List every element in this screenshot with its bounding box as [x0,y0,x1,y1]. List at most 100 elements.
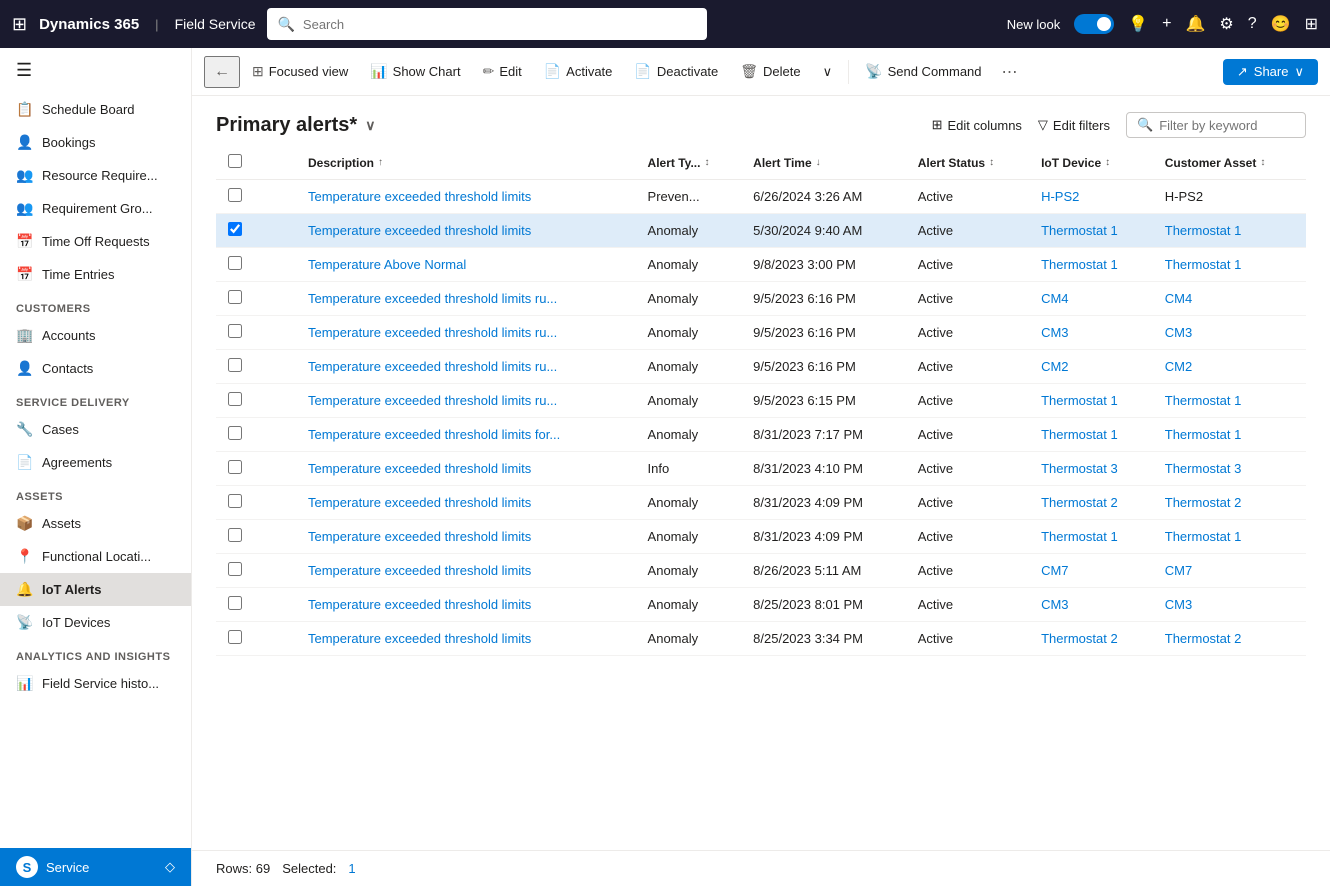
row-checkbox-cell[interactable] [216,622,256,656]
hamburger-menu[interactable]: ☰ [0,48,191,93]
row-checkbox[interactable] [228,256,242,270]
row-checkbox[interactable] [228,494,242,508]
row-checkbox-cell[interactable] [216,282,256,316]
row-checkbox-cell[interactable] [216,316,256,350]
sidebar-item-resource-require[interactable]: 👥 Resource Require... [0,159,191,192]
alert-time-header[interactable]: Alert Time ↓ [741,146,906,180]
row-checkbox[interactable] [228,630,242,644]
notification-icon[interactable]: 🔔 [1186,14,1206,34]
help-icon[interactable]: ? [1248,15,1257,33]
sidebar-item-assets[interactable]: 📦 Assets [0,507,191,540]
row-checkbox-cell[interactable] [216,452,256,486]
row-customer-asset[interactable]: Thermostat 1 [1153,418,1306,452]
send-command-button[interactable]: 📡 Send Command [855,58,991,85]
row-customer-asset[interactable]: CM4 [1153,282,1306,316]
row-customer-asset[interactable]: Thermostat 2 [1153,486,1306,520]
sidebar-item-functional-locati[interactable]: 📍 Functional Locati... [0,540,191,573]
edit-filters-button[interactable]: ▽ Edit filters [1038,117,1110,133]
back-button[interactable]: ← [204,56,240,88]
sidebar-item-field-service-histo[interactable]: 📊 Field Service histo... [0,667,191,700]
row-description[interactable]: Temperature exceeded threshold limits ru… [296,316,636,350]
sidebar-item-time-off[interactable]: 📅 Time Off Requests [0,225,191,258]
row-checkbox-cell[interactable] [216,486,256,520]
row-checkbox[interactable] [228,426,242,440]
row-description[interactable]: Temperature exceeded threshold limits [296,180,636,214]
row-iot-device[interactable]: CM2 [1029,350,1153,384]
add-icon[interactable]: + [1162,15,1171,33]
more-dropdown-button[interactable]: ∨ [813,59,843,85]
focused-view-button[interactable]: ⊞ Focused view [242,58,358,85]
sidebar-item-iot-devices[interactable]: 📡 IoT Devices [0,606,191,639]
show-chart-button[interactable]: 📊 Show Chart [360,58,470,85]
row-iot-device[interactable]: Thermostat 1 [1029,384,1153,418]
sidebar-item-bookings[interactable]: 👤 Bookings [0,126,191,159]
sidebar-item-cases[interactable]: 🔧 Cases [0,413,191,446]
row-iot-device[interactable]: CM4 [1029,282,1153,316]
row-description[interactable]: Temperature Above Normal [296,248,636,282]
row-customer-asset[interactable]: CM3 [1153,316,1306,350]
edit-columns-button[interactable]: ⊞ Edit columns [932,117,1022,133]
row-description[interactable]: Temperature exceeded threshold limits [296,452,636,486]
grid-icon[interactable]: ⊞ [12,14,27,35]
row-checkbox-cell[interactable] [216,554,256,588]
row-description[interactable]: Temperature exceeded threshold limits fo… [296,418,636,452]
sidebar-item-accounts[interactable]: 🏢 Accounts [0,319,191,352]
user-icon[interactable]: 😊 [1271,14,1291,34]
deactivate-button[interactable]: 📄 Deactivate [624,58,728,85]
row-customer-asset[interactable]: CM3 [1153,588,1306,622]
row-customer-asset[interactable]: Thermostat 1 [1153,214,1306,248]
settings-icon[interactable]: ⚙ [1219,14,1233,34]
row-checkbox-cell[interactable] [216,520,256,554]
row-checkbox[interactable] [228,188,242,202]
row-checkbox[interactable] [228,222,242,236]
row-checkbox-cell[interactable] [216,384,256,418]
sidebar-pin-icon[interactable]: ◇ [165,859,175,875]
description-header[interactable]: Description ↑ [296,146,636,180]
search-input[interactable] [303,17,698,32]
iot-device-header[interactable]: IoT Device ↕ [1029,146,1153,180]
row-iot-device[interactable]: Thermostat 2 [1029,486,1153,520]
customer-asset-header[interactable]: Customer Asset ↕ [1153,146,1306,180]
row-checkbox-cell[interactable] [216,248,256,282]
row-customer-asset[interactable]: CM7 [1153,554,1306,588]
sidebar-item-schedule-board[interactable]: 📋 Schedule Board [0,93,191,126]
row-checkbox[interactable] [228,528,242,542]
row-description[interactable]: Temperature exceeded threshold limits ru… [296,282,636,316]
sidebar-item-iot-alerts[interactable]: 🔔 IoT Alerts [0,573,191,606]
row-iot-device[interactable]: Thermostat 1 [1029,214,1153,248]
row-customer-asset[interactable]: Thermostat 1 [1153,384,1306,418]
filter-by-keyword[interactable]: 🔍 [1126,112,1306,138]
row-checkbox[interactable] [228,596,242,610]
delete-button[interactable]: 🗑 Delete [730,58,810,85]
row-checkbox-cell[interactable] [216,180,256,214]
row-checkbox[interactable] [228,392,242,406]
row-description[interactable]: Temperature exceeded threshold limits [296,622,636,656]
lightbulb-icon[interactable]: 💡 [1128,14,1148,34]
filter-input[interactable] [1159,118,1295,133]
row-iot-device[interactable]: CM3 [1029,588,1153,622]
row-checkbox[interactable] [228,562,242,576]
row-description[interactable]: Temperature exceeded threshold limits [296,214,636,248]
activate-button[interactable]: 📄 Activate [534,58,623,85]
row-checkbox[interactable] [228,358,242,372]
row-customer-asset[interactable]: CM2 [1153,350,1306,384]
row-checkbox[interactable] [228,324,242,338]
list-title-chevron[interactable]: ∨ [365,117,375,134]
row-description[interactable]: Temperature exceeded threshold limits ru… [296,350,636,384]
row-checkbox-cell[interactable] [216,418,256,452]
row-description[interactable]: Temperature exceeded threshold limits ru… [296,384,636,418]
row-iot-device[interactable]: Thermostat 1 [1029,418,1153,452]
edit-button[interactable]: ✏ Edit [473,58,532,85]
select-all-checkbox[interactable] [228,154,242,168]
row-checkbox-cell[interactable] [216,588,256,622]
row-description[interactable]: Temperature exceeded threshold limits [296,588,636,622]
more-options-button[interactable]: ⋯ [994,57,1026,87]
share-button[interactable]: ↗ Share ∨ [1223,59,1318,85]
sidebar-item-contacts[interactable]: 👤 Contacts [0,352,191,385]
row-checkbox-cell[interactable] [216,214,256,248]
row-checkbox-cell[interactable] [216,350,256,384]
sidebar-item-time-entries[interactable]: 📅 Time Entries [0,258,191,291]
new-look-toggle[interactable] [1074,14,1114,34]
row-iot-device[interactable]: CM7 [1029,554,1153,588]
row-iot-device[interactable]: Thermostat 1 [1029,248,1153,282]
